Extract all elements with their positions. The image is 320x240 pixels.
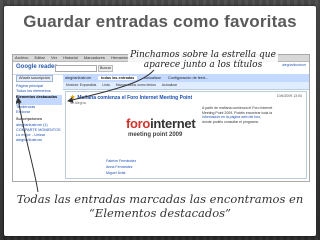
entry-body: A partir de mañana comienza el Foro Inte… [202, 106, 302, 124]
slide-title: Guardar entradas como favoritas [23, 12, 297, 31]
tab-refresh[interactable]: Actualizar [144, 76, 161, 80]
slide: Guardar entradas como favoritas Archivo … [4, 6, 316, 236]
menu-view[interactable]: Ver [51, 55, 57, 60]
entry-title[interactable]: Mañana comienza el Foro Internet Meeting… [77, 95, 192, 101]
entry-title-row: ★ Mañana comienza el Foro Internet Meetin… [70, 94, 192, 101]
search-button[interactable]: Buscar [98, 65, 113, 72]
logo-dark-part: internet [150, 116, 196, 131]
logo-red-part: foro [126, 116, 151, 131]
slide-caption: Todas las entradas marcadas las encontra… [4, 192, 316, 220]
menu-history[interactable]: Historial [63, 55, 77, 60]
view-list-button[interactable]: Lista [102, 83, 109, 87]
refresh-button[interactable]: Actualizar [162, 83, 177, 87]
menu-edit[interactable]: Editar [34, 55, 44, 60]
reader-main: alegriarilustrum todas las entradas Actu… [63, 74, 309, 181]
menu-bookmarks[interactable]: Marcadores [84, 55, 105, 60]
user-link[interactable]: alegriarilustrum [282, 63, 306, 67]
entry-date: 10/6/2009 13:54 [276, 94, 302, 98]
event-logo-subtitle: meeting point 2009 [128, 132, 183, 138]
speaker-list: Fabrice Fernández Anna Fernández Miguel … [106, 158, 136, 176]
tip-text: Pinchamos sobre la estrella que aparece … [128, 50, 278, 70]
view-expanded-button[interactable]: Mostrar: Expandida [66, 83, 96, 87]
reader-logo[interactable]: Google reader [16, 64, 57, 70]
search-input[interactable] [55, 65, 97, 72]
entry-author: de Alegría [70, 101, 86, 105]
reader-sidebar: Añadir suscripción Página principal Todo… [13, 74, 62, 181]
menu-file[interactable]: Archivo [15, 55, 28, 60]
feed-toolbar: Mostrar: Expandida Lista Marcar todos co… [63, 82, 309, 90]
sidebar-item-explore[interactable]: Explorar [16, 110, 62, 115]
feed-entry: ★ Mañana comienza el Foro Internet Meetin… [65, 91, 307, 179]
speaker-item[interactable]: Miguel Ávila [106, 170, 136, 176]
event-logo-text: forointernet [126, 116, 196, 131]
add-subscription-button[interactable]: Añadir suscripción [16, 75, 54, 83]
event-logo: forointernet meeting point 2009 [126, 112, 196, 148]
tab-all-entries[interactable]: todas las entradas [98, 76, 138, 80]
entry-body-line: donde podéis consultar el programa. [202, 119, 259, 124]
tab-feed-settings[interactable]: Configuración de feed... [168, 76, 208, 80]
reader-screenshot: Archivo Editar Ver Historial Marcadores … [12, 54, 310, 182]
mark-all-read-button[interactable]: Marcar todos como leídos [116, 83, 156, 87]
feed-tabs: alegriarilustrum todas las entradas Actu… [63, 74, 309, 82]
sidebar-item-starred[interactable]: Elementos destacados (2) [16, 94, 62, 106]
subscription-item[interactable]: alegriarilustrum [16, 138, 62, 143]
tab-feed[interactable]: alegriarilustrum [65, 76, 91, 80]
